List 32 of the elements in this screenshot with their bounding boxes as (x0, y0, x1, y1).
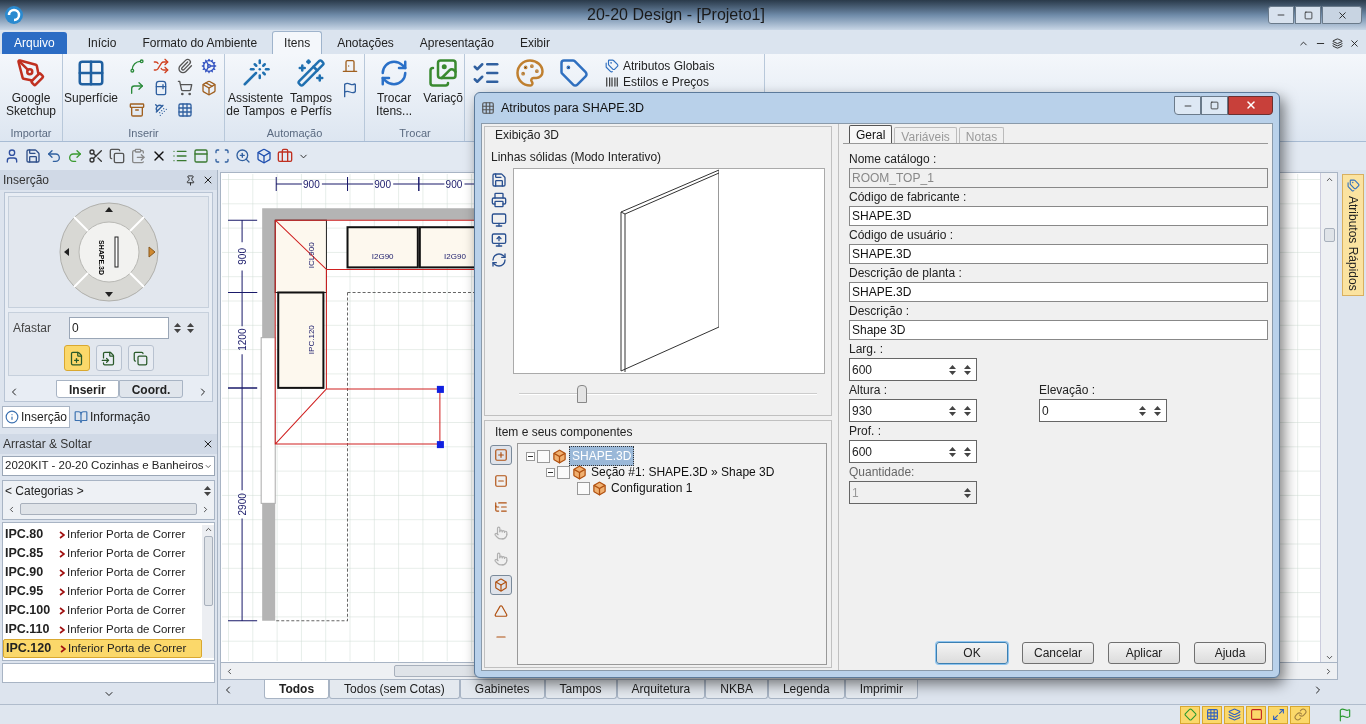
cabinet-label: ICL900 (307, 242, 317, 269)
dimension-label: 1200 (237, 328, 249, 351)
ribbon-group-label: Importar (9, 126, 53, 141)
cabinet-label: I2G90 (371, 252, 394, 262)
field-label: Afastar (13, 320, 52, 337)
field-label: Descrição de planta : (849, 265, 963, 282)
view-mode-label: Linhas sólidas (Modo Interativo) (491, 149, 663, 166)
field-label: Código de usuário : (849, 227, 955, 244)
dimension-label: 900 (374, 179, 392, 191)
window-title: 20-20 Design - [Projeto1] (586, 5, 766, 25)
dimension-label: 900 (445, 179, 463, 191)
panel-title: Arrastar & Soltar (3, 436, 93, 453)
field-label: Elevação : (1039, 382, 1097, 399)
panel-title: Inserção (3, 172, 51, 189)
cabinet-label: I2G90 (444, 252, 466, 262)
field-label: Quantidade: (849, 464, 916, 481)
ribbon-group-label: Trocar (398, 126, 432, 141)
dimension-label: 2900 (237, 493, 249, 516)
cabinet-label: IPC.120 (307, 325, 317, 355)
group-title: Exibição 3D (495, 127, 561, 144)
dialog-title: Atributos para SHAPE.3D (501, 99, 646, 117)
field-label: Larg. : (849, 341, 885, 358)
dimension-label: 900 (303, 179, 320, 191)
field-label: Altura : (849, 382, 888, 399)
dimension-label: 900 (237, 247, 249, 265)
ribbon-group-label: Inserir (127, 126, 160, 141)
field-label: Nome catálogo : (849, 151, 938, 168)
field-label: Prof. : (849, 423, 882, 440)
ribbon-group-label: Automação (265, 126, 324, 141)
group-title: Item e seus componentes (495, 424, 634, 441)
field-label: Código de fabricante : (849, 189, 968, 206)
field-label: Descrição : (849, 303, 911, 320)
